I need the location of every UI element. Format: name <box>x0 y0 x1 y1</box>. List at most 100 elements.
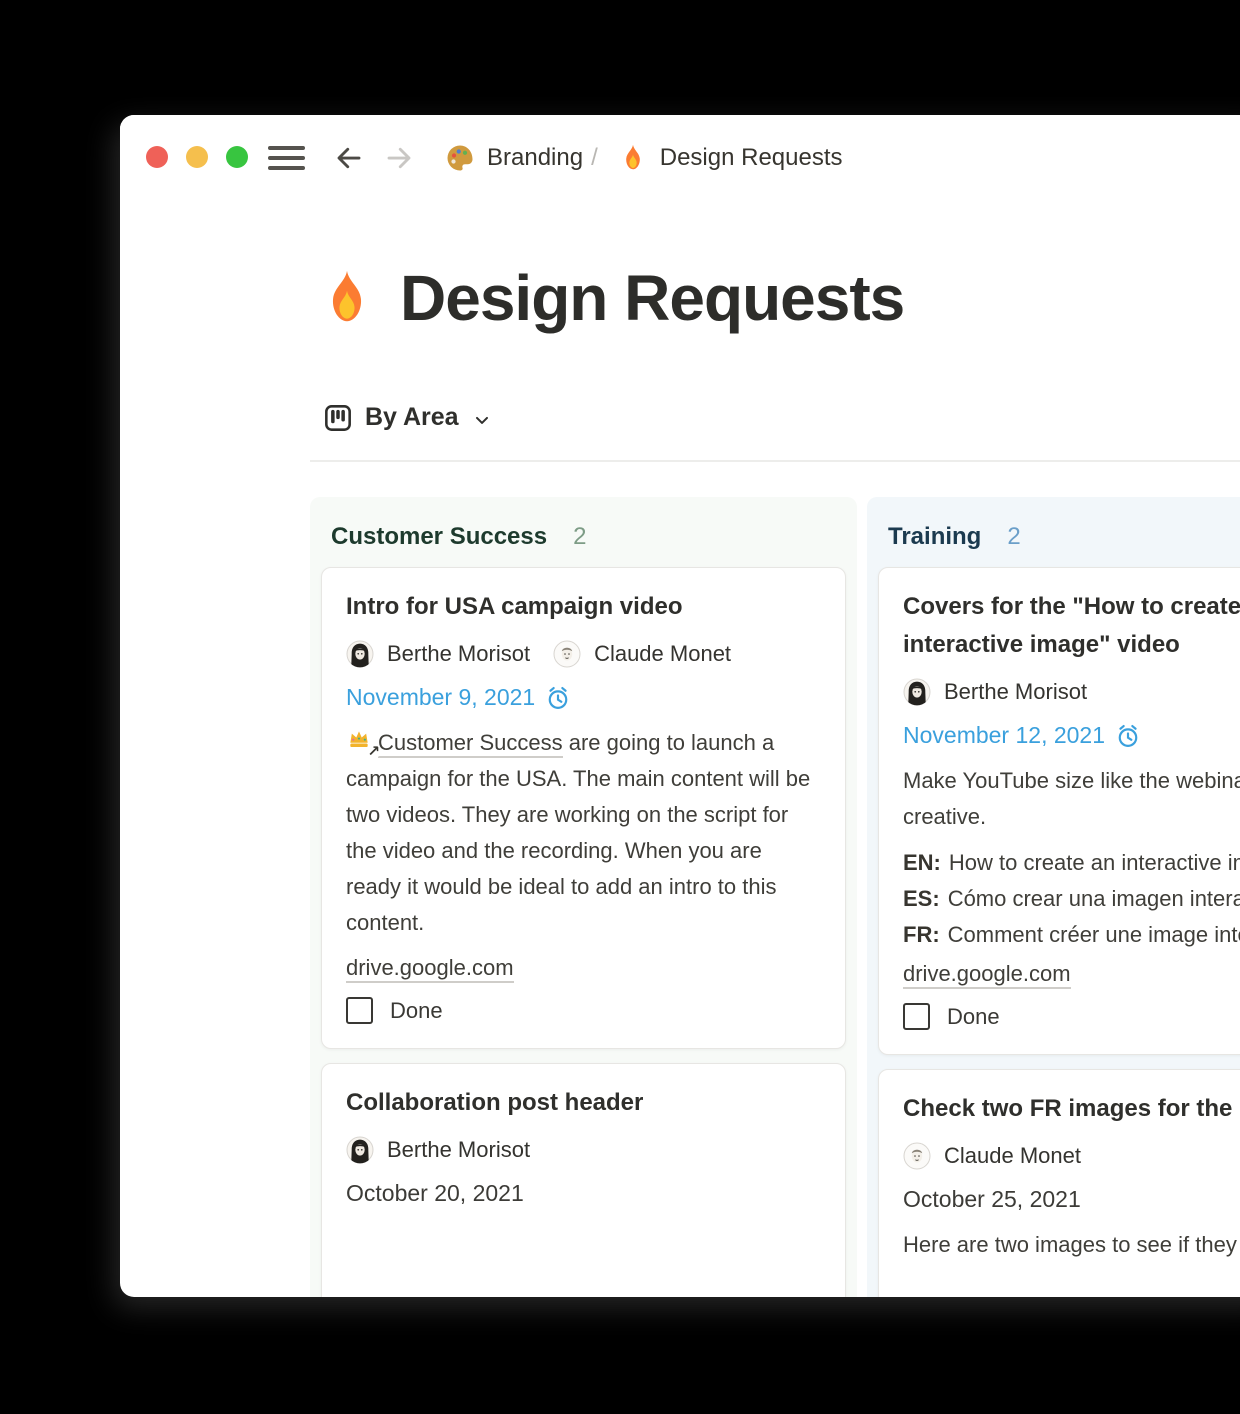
card-collaboration-post-header[interactable]: Collaboration post header <box>321 1063 846 1297</box>
date-row: October 20, 2021 <box>346 1180 821 1207</box>
lang-line-fr: FR: Comment créer une image interactive <box>903 917 1240 953</box>
lang-text: How to create an interactive image <box>949 850 1240 875</box>
avatar-berthe-morisot-icon <box>903 678 931 706</box>
lang-prefix: FR: <box>903 922 940 947</box>
avatar-claude-monet-icon <box>903 1142 931 1170</box>
column-customer-success: Customer Success 2 Intro for USA campaig… <box>310 497 857 1297</box>
link-row: drive.google.com <box>346 951 821 985</box>
lang-prefix: EN: <box>903 850 941 875</box>
lang-line-en: EN: How to create an interactive image <box>903 845 1240 881</box>
card-body: Here are two images to see if they <box>903 1227 1240 1263</box>
card-title: Check two FR images for the blog <box>903 1090 1240 1128</box>
column-count-badge: 2 <box>573 523 586 551</box>
lang-text: Cómo crear una imagen interactiva <box>948 886 1240 911</box>
card-body-line: Make YouTube size like the webinar <box>903 763 1240 799</box>
people-row: Berthe Morisot Claude Monet <box>346 640 821 668</box>
view-switcher[interactable]: By Area <box>324 403 492 432</box>
drive-link[interactable]: drive.google.com <box>346 955 514 983</box>
people-row: Berthe Morisot <box>903 678 1240 706</box>
date-row: November 9, 2021 <box>346 684 821 711</box>
link-arrow-icon: ↗ <box>367 745 380 759</box>
zoom-window-button[interactable] <box>226 146 248 168</box>
close-window-button[interactable] <box>146 146 168 168</box>
breadcrumb-separator: / <box>591 144 598 172</box>
view-name-label: By Area <box>365 403 459 432</box>
back-button[interactable] <box>331 140 367 176</box>
board-view-icon <box>324 404 352 432</box>
date-row: October 25, 2021 <box>903 1186 1240 1213</box>
card-title-line: Covers for the "How to create an <box>903 588 1240 626</box>
breadcrumb-current-label: Design Requests <box>660 144 843 172</box>
done-checkbox-row: Done <box>903 1003 1240 1030</box>
breadcrumb-branding[interactable]: Branding <box>445 143 583 173</box>
forward-button[interactable] <box>381 140 417 176</box>
chevron-down-icon <box>472 410 492 430</box>
card-title-line: interactive image" video <box>903 626 1240 664</box>
date-row: November 12, 2021 <box>903 722 1240 749</box>
lang-prefix: ES: <box>903 886 940 911</box>
app-window: Branding / Design Requests Design Reques… <box>120 115 1240 1297</box>
date-value: October 25, 2021 <box>903 1186 1081 1213</box>
breadcrumb-label: Branding <box>487 144 583 172</box>
person-name: Claude Monet <box>944 1143 1081 1169</box>
nav-bar: Branding / Design Requests <box>268 138 843 178</box>
date-value: November 9, 2021 <box>346 684 535 711</box>
avatar-claude-monet-icon <box>553 640 581 668</box>
reminder-alarm-icon <box>1115 723 1141 749</box>
card-title: Intro for USA campaign video <box>346 588 821 626</box>
arrow-left-icon <box>332 143 366 173</box>
card-body: Make YouTube size like the webinar creat… <box>903 763 1240 835</box>
person-name: Claude Monet <box>594 641 731 667</box>
traffic-lights <box>146 146 248 168</box>
done-label: Done <box>947 1004 1000 1030</box>
done-checkbox-row: Done <box>346 997 821 1024</box>
palette-emoji-icon <box>445 143 475 173</box>
card-check-two-fr-images[interactable]: Check two FR images for the blog Claude … <box>878 1069 1240 1297</box>
lang-line-es: ES: Cómo crear una imagen interactiva <box>903 881 1240 917</box>
column-count-badge: 2 <box>1007 523 1020 551</box>
person-name: Berthe Morisot <box>944 679 1087 705</box>
card-body: ↗Customer Success are going to launch a … <box>346 725 821 941</box>
date-value: November 12, 2021 <box>903 722 1105 749</box>
arrow-right-icon <box>382 143 416 173</box>
people-row: Berthe Morisot <box>346 1136 821 1164</box>
page-header: Design Requests <box>316 261 904 335</box>
card-intro-usa-campaign[interactable]: Intro for USA campaign video <box>321 567 846 1049</box>
person-name: Berthe Morisot <box>387 641 530 667</box>
card-covers-how-to-video[interactable]: Covers for the "How to create an interac… <box>878 567 1240 1055</box>
reminder-alarm-icon <box>545 685 571 711</box>
people-row: Claude Monet <box>903 1142 1240 1170</box>
card-stack: Covers for the "How to create an interac… <box>878 567 1240 1297</box>
column-training: Training 2 Covers for the "How to create… <box>867 497 1240 1297</box>
date-value: October 20, 2021 <box>346 1180 524 1207</box>
header-divider <box>310 460 1240 462</box>
card-body-text: are going to launch a campaign for the U… <box>346 730 810 935</box>
avatar-berthe-morisot-icon <box>346 640 374 668</box>
done-checkbox[interactable] <box>903 1003 930 1030</box>
column-header[interactable]: Customer Success 2 <box>321 507 846 567</box>
page-title: Design Requests <box>400 261 904 335</box>
sidebar-menu-icon[interactable] <box>268 144 305 172</box>
mention-customer-success-link[interactable]: Customer Success <box>378 730 563 758</box>
card-stack: Intro for USA campaign video <box>321 567 846 1297</box>
card-title: Collaboration post header <box>346 1084 821 1122</box>
minimize-window-button[interactable] <box>186 146 208 168</box>
done-label: Done <box>390 998 443 1024</box>
done-checkbox[interactable] <box>346 997 373 1024</box>
kanban-board: Customer Success 2 Intro for USA campaig… <box>310 497 1240 1297</box>
avatar-berthe-morisot-icon <box>346 1136 374 1164</box>
person-name: Berthe Morisot <box>387 1137 530 1163</box>
column-header[interactable]: Training 2 <box>878 507 1240 567</box>
column-name: Training <box>888 523 981 551</box>
link-row: drive.google.com <box>903 957 1240 991</box>
drive-link[interactable]: drive.google.com <box>903 961 1071 989</box>
crown-page-emoji-icon: ↗ <box>346 729 378 753</box>
titlebar: Branding / Design Requests <box>120 115 1240 201</box>
card-title: Covers for the "How to create an interac… <box>903 588 1240 664</box>
lang-text: Comment créer une image interactive <box>948 922 1240 947</box>
card-body-line: creative. <box>903 799 1240 835</box>
fire-emoji-icon <box>316 267 378 329</box>
column-name: Customer Success <box>331 523 547 551</box>
fire-emoji-icon <box>618 143 648 173</box>
breadcrumb-design-requests[interactable]: Design Requests <box>618 143 843 173</box>
